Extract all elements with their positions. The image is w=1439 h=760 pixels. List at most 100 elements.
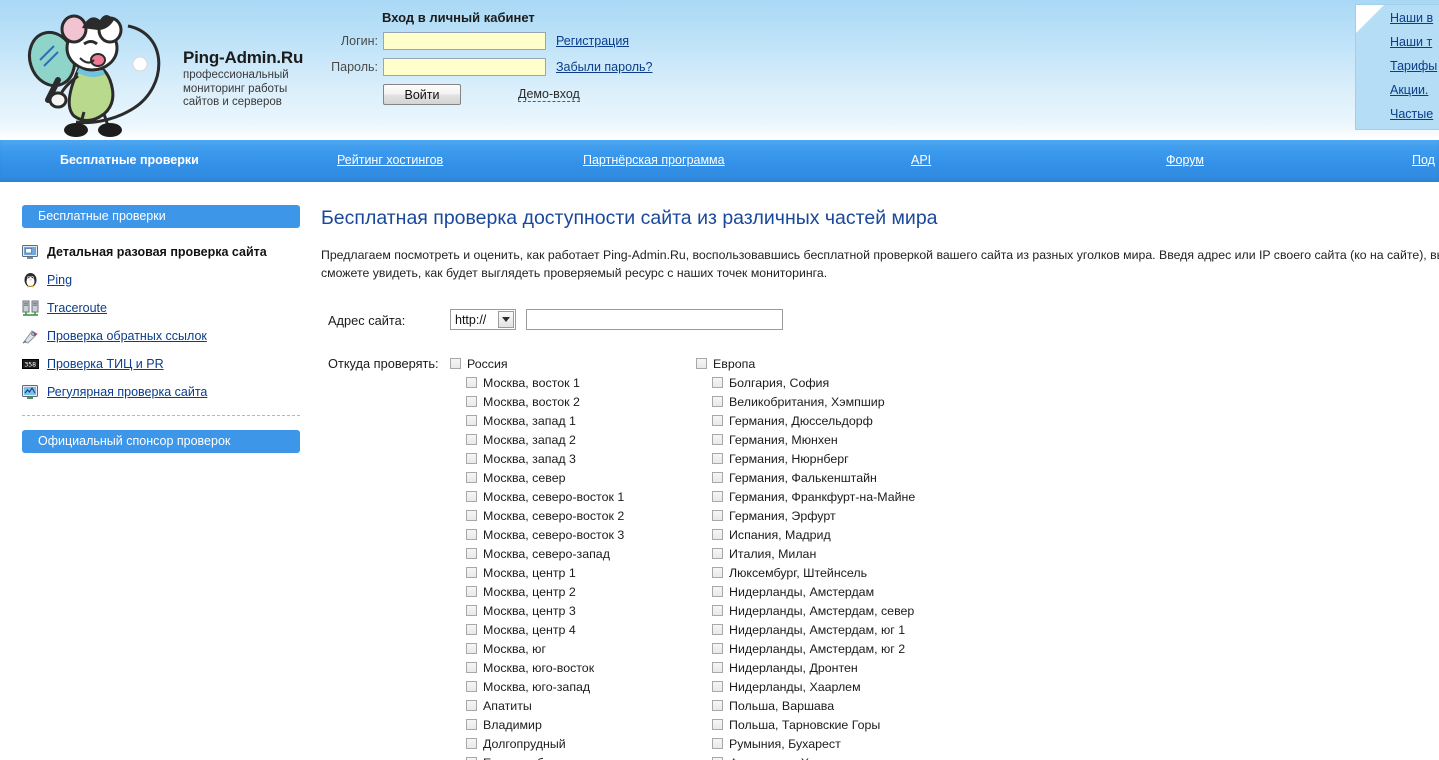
demo-login-link[interactable]: Демо-вход xyxy=(518,87,580,102)
checkbox-location[interactable]: Нидерланды, Амстердам xyxy=(696,582,996,601)
checkbox-icon[interactable] xyxy=(712,377,723,388)
checkbox-location[interactable]: Нидерланды, Амстердам, север xyxy=(696,601,996,620)
corner-link-3[interactable]: Акции. xyxy=(1390,83,1439,97)
checkbox-icon[interactable] xyxy=(466,662,477,673)
checkbox-location[interactable]: Польша, Тарновские Горы xyxy=(696,715,996,734)
sidebar-item-backlinks[interactable]: Проверка обратных ссылок xyxy=(22,325,318,346)
checkbox-icon[interactable] xyxy=(466,548,477,559)
checkbox-location[interactable]: Москва, юг xyxy=(450,639,696,658)
checkbox-location[interactable]: Москва, центр 4 xyxy=(450,620,696,639)
checkbox-location[interactable]: Долгопрудный xyxy=(450,734,696,753)
checkbox-location[interactable]: Румыния, Бухарест xyxy=(696,734,996,753)
checkbox-icon[interactable] xyxy=(466,567,477,578)
checkbox-icon[interactable] xyxy=(466,453,477,464)
checkbox-icon[interactable] xyxy=(466,434,477,445)
checkbox-icon[interactable] xyxy=(466,624,477,635)
nav-item-hosting-rating[interactable]: Рейтинг хостингов xyxy=(337,153,443,167)
checkbox-location[interactable]: Германия, Дюссельдорф xyxy=(696,411,996,430)
checkbox-location[interactable]: Болгария, София xyxy=(696,373,996,392)
checkbox-icon[interactable] xyxy=(466,700,477,711)
checkbox-location[interactable]: Москва, центр 2 xyxy=(450,582,696,601)
corner-link-1[interactable]: Наши т xyxy=(1390,35,1439,49)
checkbox-icon[interactable] xyxy=(466,491,477,502)
checkbox-icon[interactable] xyxy=(712,700,723,711)
checkbox-location[interactable]: Италия, Милан xyxy=(696,544,996,563)
checkbox-location[interactable]: Финляндия, Хельсинки xyxy=(696,753,996,760)
checkbox-location[interactable]: Германия, Фалькенштайн xyxy=(696,468,996,487)
checkbox-icon[interactable] xyxy=(450,358,461,369)
checkbox-icon[interactable] xyxy=(696,358,707,369)
checkbox-icon[interactable] xyxy=(466,415,477,426)
checkbox-icon[interactable] xyxy=(466,396,477,407)
checkbox-icon[interactable] xyxy=(466,529,477,540)
checkbox-location[interactable]: Москва, север xyxy=(450,468,696,487)
checkbox-icon[interactable] xyxy=(712,529,723,540)
sidebar-item-traceroute[interactable]: Traceroute xyxy=(22,297,318,318)
checkbox-location[interactable]: Германия, Эрфурт xyxy=(696,506,996,525)
checkbox-icon[interactable] xyxy=(712,605,723,616)
register-link[interactable]: Регистрация xyxy=(556,34,629,48)
checkbox-location[interactable]: Москва, центр 3 xyxy=(450,601,696,620)
checkbox-icon[interactable] xyxy=(466,605,477,616)
checkbox-location[interactable]: Москва, северо-восток 3 xyxy=(450,525,696,544)
checkbox-location[interactable]: Москва, центр 1 xyxy=(450,563,696,582)
checkbox-icon[interactable] xyxy=(466,643,477,654)
checkbox-group-europe[interactable]: Европа xyxy=(696,354,996,373)
protocol-select[interactable]: http:// https:// xyxy=(450,309,516,330)
checkbox-icon[interactable] xyxy=(466,719,477,730)
corner-link-2[interactable]: Тарифы xyxy=(1390,59,1439,73)
checkbox-icon[interactable] xyxy=(712,396,723,407)
checkbox-location[interactable]: Германия, Франкфурт-на-Майне xyxy=(696,487,996,506)
checkbox-location[interactable]: Москва, восток 1 xyxy=(450,373,696,392)
checkbox-location[interactable]: Германия, Нюрнберг xyxy=(696,449,996,468)
checkbox-icon[interactable] xyxy=(712,719,723,730)
nav-item-free-checks[interactable]: Бесплатные проверки xyxy=(60,153,199,167)
checkbox-location[interactable]: Нидерланды, Хаарлем xyxy=(696,677,996,696)
checkbox-icon[interactable] xyxy=(466,738,477,749)
nav-item-support[interactable]: Под xyxy=(1412,153,1435,167)
checkbox-location[interactable]: Польша, Варшава xyxy=(696,696,996,715)
checkbox-icon[interactable] xyxy=(712,548,723,559)
checkbox-icon[interactable] xyxy=(712,510,723,521)
checkbox-location[interactable]: Люксембург, Штейнсель xyxy=(696,563,996,582)
checkbox-location[interactable]: Нидерланды, Амстердам, юг 2 xyxy=(696,639,996,658)
address-input[interactable] xyxy=(526,309,783,330)
checkbox-location[interactable]: Апатиты xyxy=(450,696,696,715)
checkbox-location[interactable]: Москва, юго-запад xyxy=(450,677,696,696)
checkbox-icon[interactable] xyxy=(712,586,723,597)
sidebar-item-ping[interactable]: Ping xyxy=(22,269,318,290)
nav-item-partner-program[interactable]: Партнёрская программа xyxy=(583,153,725,167)
checkbox-location[interactable]: Москва, восток 2 xyxy=(450,392,696,411)
checkbox-group-russia[interactable]: Россия xyxy=(450,354,696,373)
checkbox-icon[interactable] xyxy=(712,472,723,483)
password-input[interactable] xyxy=(383,58,546,76)
checkbox-icon[interactable] xyxy=(712,738,723,749)
checkbox-location[interactable]: Владимир xyxy=(450,715,696,734)
checkbox-icon[interactable] xyxy=(712,415,723,426)
checkbox-location[interactable]: Москва, юго-восток xyxy=(450,658,696,677)
sidebar-item-tic-pr[interactable]: 358 Проверка ТИЦ и PR xyxy=(22,353,318,374)
checkbox-icon[interactable] xyxy=(712,453,723,464)
checkbox-icon[interactable] xyxy=(466,681,477,692)
checkbox-icon[interactable] xyxy=(466,586,477,597)
nav-item-forum[interactable]: Форум xyxy=(1166,153,1204,167)
checkbox-location[interactable]: Нидерланды, Дронтен xyxy=(696,658,996,677)
checkbox-location[interactable]: Москва, запад 1 xyxy=(450,411,696,430)
corner-link-0[interactable]: Наши в xyxy=(1390,11,1439,25)
corner-link-4[interactable]: Частые xyxy=(1390,107,1439,121)
checkbox-location[interactable]: Москва, северо-восток 2 xyxy=(450,506,696,525)
checkbox-icon[interactable] xyxy=(712,624,723,635)
checkbox-icon[interactable] xyxy=(712,662,723,673)
nav-item-api[interactable]: API xyxy=(911,153,931,167)
checkbox-location[interactable]: Москва, северо-восток 1 xyxy=(450,487,696,506)
checkbox-icon[interactable] xyxy=(712,681,723,692)
checkbox-icon[interactable] xyxy=(712,434,723,445)
checkbox-location[interactable]: Екатеринбург, запад xyxy=(450,753,696,760)
checkbox-location[interactable]: Москва, запад 2 xyxy=(450,430,696,449)
checkbox-location[interactable]: Москва, запад 3 xyxy=(450,449,696,468)
checkbox-location[interactable]: Испания, Мадрид xyxy=(696,525,996,544)
checkbox-icon[interactable] xyxy=(712,491,723,502)
checkbox-icon[interactable] xyxy=(712,567,723,578)
login-submit-button[interactable]: Войти xyxy=(383,84,461,105)
checkbox-icon[interactable] xyxy=(466,472,477,483)
